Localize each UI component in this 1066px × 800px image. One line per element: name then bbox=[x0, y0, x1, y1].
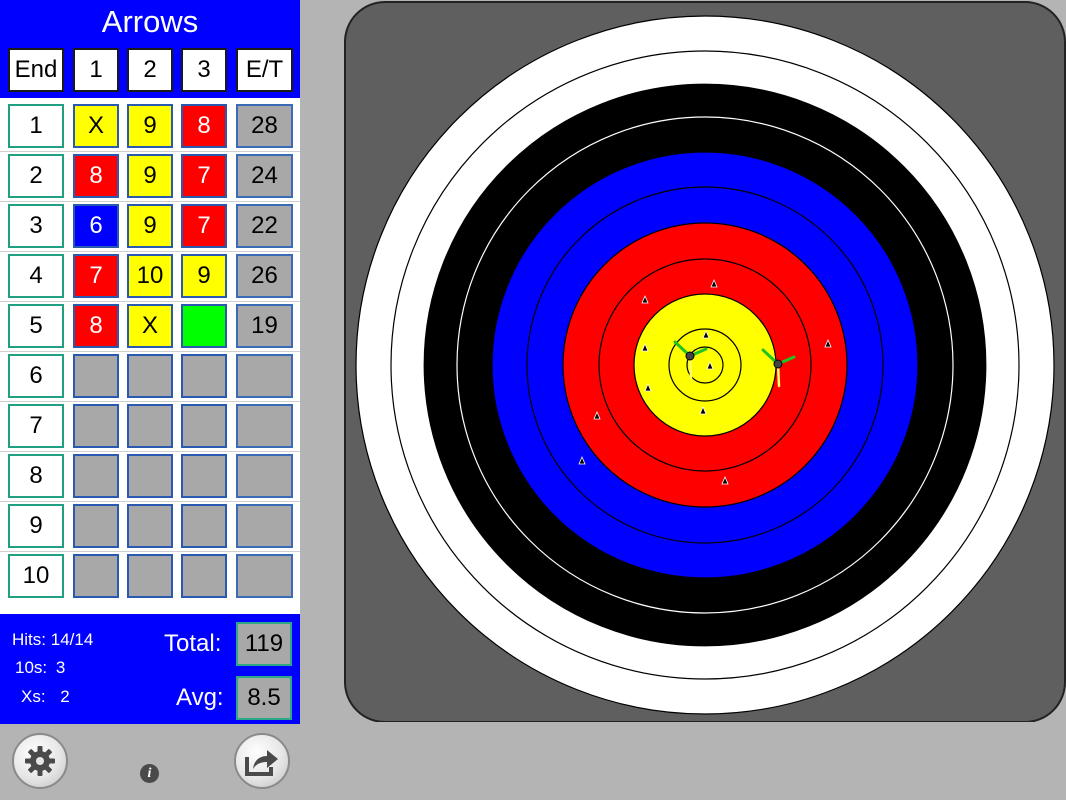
row-divider bbox=[0, 451, 300, 452]
hits-label: Hits: bbox=[12, 630, 46, 649]
info-icon[interactable]: i bbox=[140, 764, 159, 783]
end-total-cell: 26 bbox=[236, 254, 293, 298]
settings-button[interactable] bbox=[12, 733, 68, 789]
arrow-score-cell[interactable] bbox=[127, 504, 173, 548]
header-arrow-3: 3 bbox=[181, 48, 227, 92]
arrow-score-cell[interactable]: 7 bbox=[181, 204, 227, 248]
header-end: End bbox=[8, 48, 64, 92]
tens-value: 3 bbox=[55, 658, 66, 677]
end-total-cell: 22 bbox=[236, 204, 293, 248]
end-total-cell bbox=[236, 504, 293, 548]
arrow-score-cell[interactable]: X bbox=[73, 104, 119, 148]
tens-label: 10s: bbox=[15, 658, 48, 677]
arrow-score-cell[interactable]: 9 bbox=[181, 254, 227, 298]
arrow-score-cell[interactable]: 7 bbox=[73, 254, 119, 298]
header-end-total: E/T bbox=[236, 48, 293, 92]
end-number[interactable]: 9 bbox=[8, 504, 64, 548]
end-number[interactable]: 8 bbox=[8, 454, 64, 498]
avg-value: 8.5 bbox=[236, 676, 292, 720]
hits-value: 14/14 bbox=[50, 630, 94, 649]
end-total-cell bbox=[236, 404, 293, 448]
scorecard-panel: Arrows End 1 2 3 E/T 1 X 9 8 28 2 8 9 7 24 3 6 9 7 22 4 7 10 9… bbox=[0, 0, 300, 724]
end-total-cell bbox=[236, 554, 293, 598]
arrow-score-cell[interactable] bbox=[127, 404, 173, 448]
arrow-score-cell[interactable] bbox=[73, 404, 119, 448]
end-total-cell: 19 bbox=[236, 304, 293, 348]
row-divider bbox=[0, 501, 300, 502]
arrow-score-cell[interactable] bbox=[127, 554, 173, 598]
arrow-score-cell[interactable] bbox=[73, 504, 119, 548]
end-number[interactable]: 2 bbox=[8, 154, 64, 198]
arrow-score-cell[interactable]: 10 bbox=[127, 254, 173, 298]
gear-icon bbox=[25, 746, 55, 776]
arrow-score-cell[interactable] bbox=[181, 404, 227, 448]
arrow-score-cell[interactable]: 9 bbox=[127, 204, 173, 248]
arrow-score-cell[interactable]: 9 bbox=[127, 104, 173, 148]
tens-stat: 10s: 3 bbox=[15, 658, 65, 678]
header-arrow-2: 2 bbox=[127, 48, 173, 92]
end-number[interactable]: 3 bbox=[8, 204, 64, 248]
xs-value: 2 bbox=[60, 687, 70, 706]
arrow-score-cell[interactable] bbox=[73, 354, 119, 398]
total-value: 119 bbox=[236, 622, 292, 666]
end-total-cell bbox=[236, 354, 293, 398]
arrow-score-cell[interactable] bbox=[181, 354, 227, 398]
target-face-area[interactable] bbox=[344, 0, 1066, 723]
arrow-score-cell[interactable] bbox=[73, 554, 119, 598]
target-face[interactable] bbox=[344, 0, 1066, 723]
end-number[interactable]: 10 bbox=[8, 554, 64, 598]
xs-stat: Xs: 2 bbox=[21, 687, 70, 707]
arrow-score-cell[interactable]: 8 bbox=[73, 304, 119, 348]
arrow-score-cell[interactable]: X bbox=[127, 304, 173, 348]
arrow-score-cell[interactable] bbox=[127, 354, 173, 398]
score-grid: 1 X 9 8 28 2 8 9 7 24 3 6 9 7 22 4 7 10 9 26 5 8 X 19 6 7 8 9 10 bbox=[0, 98, 300, 614]
arrow-score-cell[interactable] bbox=[181, 304, 227, 348]
end-total-cell: 28 bbox=[236, 104, 293, 148]
arrow-score-cell[interactable] bbox=[127, 454, 173, 498]
end-number[interactable]: 5 bbox=[8, 304, 64, 348]
arrow-score-cell[interactable] bbox=[181, 454, 227, 498]
avg-label: Avg: bbox=[176, 684, 224, 711]
row-divider bbox=[0, 401, 300, 402]
row-divider bbox=[0, 301, 300, 302]
arrow-score-cell[interactable]: 7 bbox=[181, 154, 227, 198]
hits-stat: Hits: 14/14 bbox=[12, 630, 93, 650]
panel-title: Arrows bbox=[101, 4, 199, 39]
end-number[interactable]: 4 bbox=[8, 254, 64, 298]
arrow-score-cell[interactable]: 8 bbox=[181, 104, 227, 148]
info-glyph: i bbox=[147, 765, 152, 781]
share-button[interactable] bbox=[234, 733, 290, 789]
total-label: Total: bbox=[164, 630, 222, 657]
arrow-score-cell[interactable]: 6 bbox=[73, 204, 119, 248]
row-divider bbox=[0, 551, 300, 552]
arrow-score-cell[interactable]: 9 bbox=[127, 154, 173, 198]
end-total-cell bbox=[236, 454, 293, 498]
arrow-score-cell[interactable] bbox=[73, 454, 119, 498]
xs-label: Xs: bbox=[21, 687, 46, 706]
arrow-score-cell[interactable] bbox=[181, 554, 227, 598]
end-total-cell: 24 bbox=[236, 154, 293, 198]
header-arrow-1: 1 bbox=[73, 48, 119, 92]
arrow-score-cell[interactable] bbox=[181, 504, 227, 548]
end-number[interactable]: 1 bbox=[8, 104, 64, 148]
row-divider bbox=[0, 251, 300, 252]
row-divider bbox=[0, 201, 300, 202]
end-number[interactable]: 6 bbox=[8, 354, 64, 398]
end-number[interactable]: 7 bbox=[8, 404, 64, 448]
row-divider bbox=[0, 151, 300, 152]
arrow-score-cell[interactable]: 8 bbox=[73, 154, 119, 198]
row-divider bbox=[0, 351, 300, 352]
share-arrow-icon bbox=[245, 750, 278, 776]
